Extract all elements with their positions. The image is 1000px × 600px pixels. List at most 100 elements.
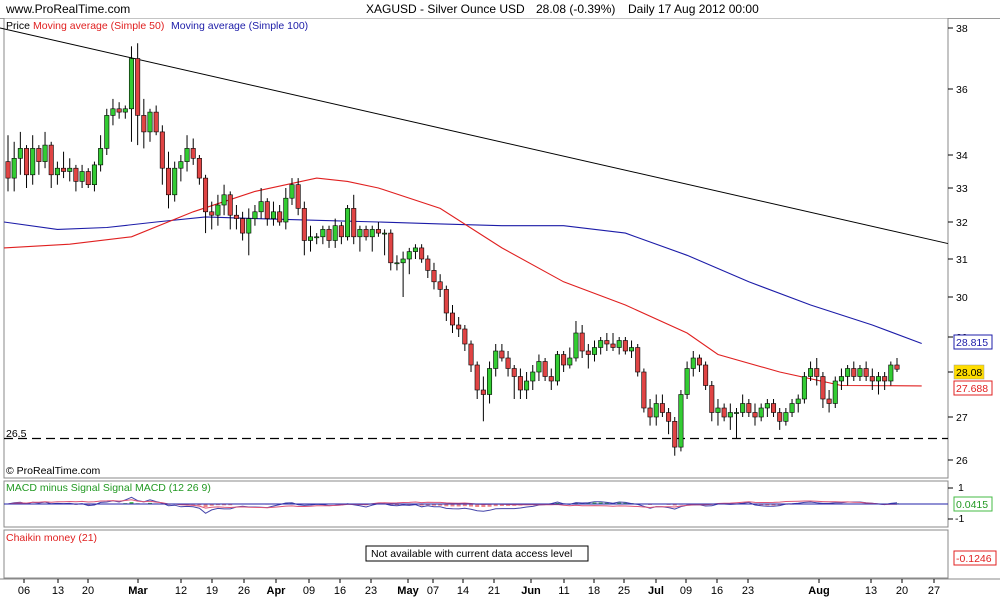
- x-tick-label: 26: [238, 585, 250, 597]
- candle-body: [326, 229, 332, 241]
- chart-header: www.ProRealTime.com XAGUSD - Silver Ounc…: [0, 0, 1000, 19]
- candle-body: [530, 371, 536, 382]
- candle-body: [604, 340, 610, 345]
- price-y-axis: 3836343332313029282726: [948, 23, 968, 467]
- candle-body: [517, 376, 523, 391]
- chart-area[interactable]: Price Moving average (Simple 50) Moving …: [0, 18, 1000, 600]
- candle-body: [240, 218, 246, 234]
- macd-tick-1: 1: [958, 482, 964, 494]
- candle: [832, 376, 838, 408]
- candle-body: [258, 201, 264, 213]
- candle-body: [653, 403, 659, 418]
- x-tick-label: 23: [742, 585, 754, 597]
- candle-body: [888, 364, 894, 382]
- candle-body: [135, 58, 141, 116]
- macd-label: MACD minus Signal Signal MACD (12 26 9): [6, 482, 211, 494]
- candle-body: [42, 144, 48, 162]
- candle-body: [684, 368, 690, 395]
- candle-body: [196, 158, 202, 179]
- candle-body: [48, 144, 54, 176]
- candle-body: [826, 398, 832, 404]
- candle-body: [573, 332, 579, 359]
- candle-body: [875, 376, 881, 382]
- candle-body: [425, 258, 431, 271]
- candle-body: [845, 368, 851, 377]
- candle-body: [536, 361, 542, 373]
- x-tick-label: 21: [488, 585, 500, 597]
- candle-body: [690, 357, 696, 369]
- candle-body: [153, 111, 159, 133]
- candle-body: [801, 376, 807, 400]
- candle-body: [449, 312, 455, 326]
- candle-body: [79, 171, 85, 182]
- svg-text:28.815: 28.815: [956, 337, 988, 349]
- candle-body: [17, 148, 23, 159]
- candle-body: [591, 347, 597, 355]
- candle: [104, 108, 110, 155]
- svg-text:0.0415: 0.0415: [956, 499, 988, 511]
- price-tick-label: 31: [956, 254, 968, 266]
- candle-body: [548, 376, 554, 382]
- candle-body: [480, 389, 486, 395]
- candle-body: [24, 148, 30, 176]
- candle-body: [264, 201, 270, 219]
- x-tick-label: 20: [82, 585, 94, 597]
- candle-body: [622, 340, 628, 352]
- x-tick-label: Aug: [808, 585, 829, 597]
- price-panel[interactable]: [3, 18, 949, 479]
- candle-body: [820, 376, 826, 400]
- candle-body: [85, 171, 91, 185]
- copyright-label: © ProRealTime.com: [6, 465, 101, 477]
- candle: [641, 368, 647, 413]
- candle-body: [715, 407, 721, 413]
- candle-body: [431, 270, 437, 283]
- candle-body: [499, 350, 505, 359]
- candle-body: [808, 368, 814, 377]
- candle-body: [357, 229, 363, 238]
- candle-body: [166, 167, 172, 196]
- candle-body: [764, 403, 770, 409]
- candle-body: [283, 197, 289, 223]
- candle-body: [301, 208, 307, 241]
- site-name[interactable]: www.ProRealTime.com: [6, 2, 130, 16]
- candle-body: [363, 229, 369, 238]
- x-tick-label: 07: [427, 585, 439, 597]
- candle-body: [721, 407, 727, 418]
- macd-tick-minus1: -1: [955, 513, 964, 525]
- price-tick-label: 38: [956, 23, 968, 35]
- candle-body: [709, 385, 715, 413]
- candle-body: [351, 208, 357, 238]
- candle-body: [629, 347, 635, 352]
- candle-body: [894, 364, 900, 370]
- candle-body: [172, 167, 178, 196]
- x-tick-label: 19: [206, 585, 218, 597]
- tag-ma100: 28.815: [953, 334, 993, 350]
- candle-body: [493, 350, 499, 369]
- candle-body: [252, 211, 258, 219]
- candle-body: [375, 229, 381, 234]
- candle-body: [598, 340, 604, 348]
- x-tick-label: 09: [680, 585, 692, 597]
- candle-body: [511, 368, 517, 377]
- candle-body: [771, 403, 777, 413]
- x-tick-label: 13: [865, 585, 877, 597]
- candle: [678, 390, 684, 452]
- x-tick-label: 27: [928, 585, 940, 597]
- candle-body: [542, 361, 548, 377]
- candle-body: [789, 403, 795, 413]
- x-tick-label: May: [397, 585, 419, 597]
- candle-body: [838, 376, 844, 382]
- price-tick-label: 36: [956, 84, 968, 96]
- tag-chaikin: -0.1246: [953, 550, 997, 566]
- price-tick-label: 32: [956, 217, 968, 229]
- x-axis-labels: 06 13 20 Mar 12 19 26 Apr 09 16 23 May 07 14 21 Jun 11 18…: [18, 579, 940, 597]
- candle-body: [869, 376, 875, 382]
- candle: [345, 205, 351, 241]
- price-tick-label: 30: [956, 292, 968, 304]
- candle-body: [184, 148, 190, 162]
- candle-body: [832, 380, 838, 404]
- candle-body: [227, 194, 233, 216]
- candle-body: [406, 251, 412, 260]
- x-tick-label: 14: [457, 585, 469, 597]
- candle-body: [456, 324, 462, 330]
